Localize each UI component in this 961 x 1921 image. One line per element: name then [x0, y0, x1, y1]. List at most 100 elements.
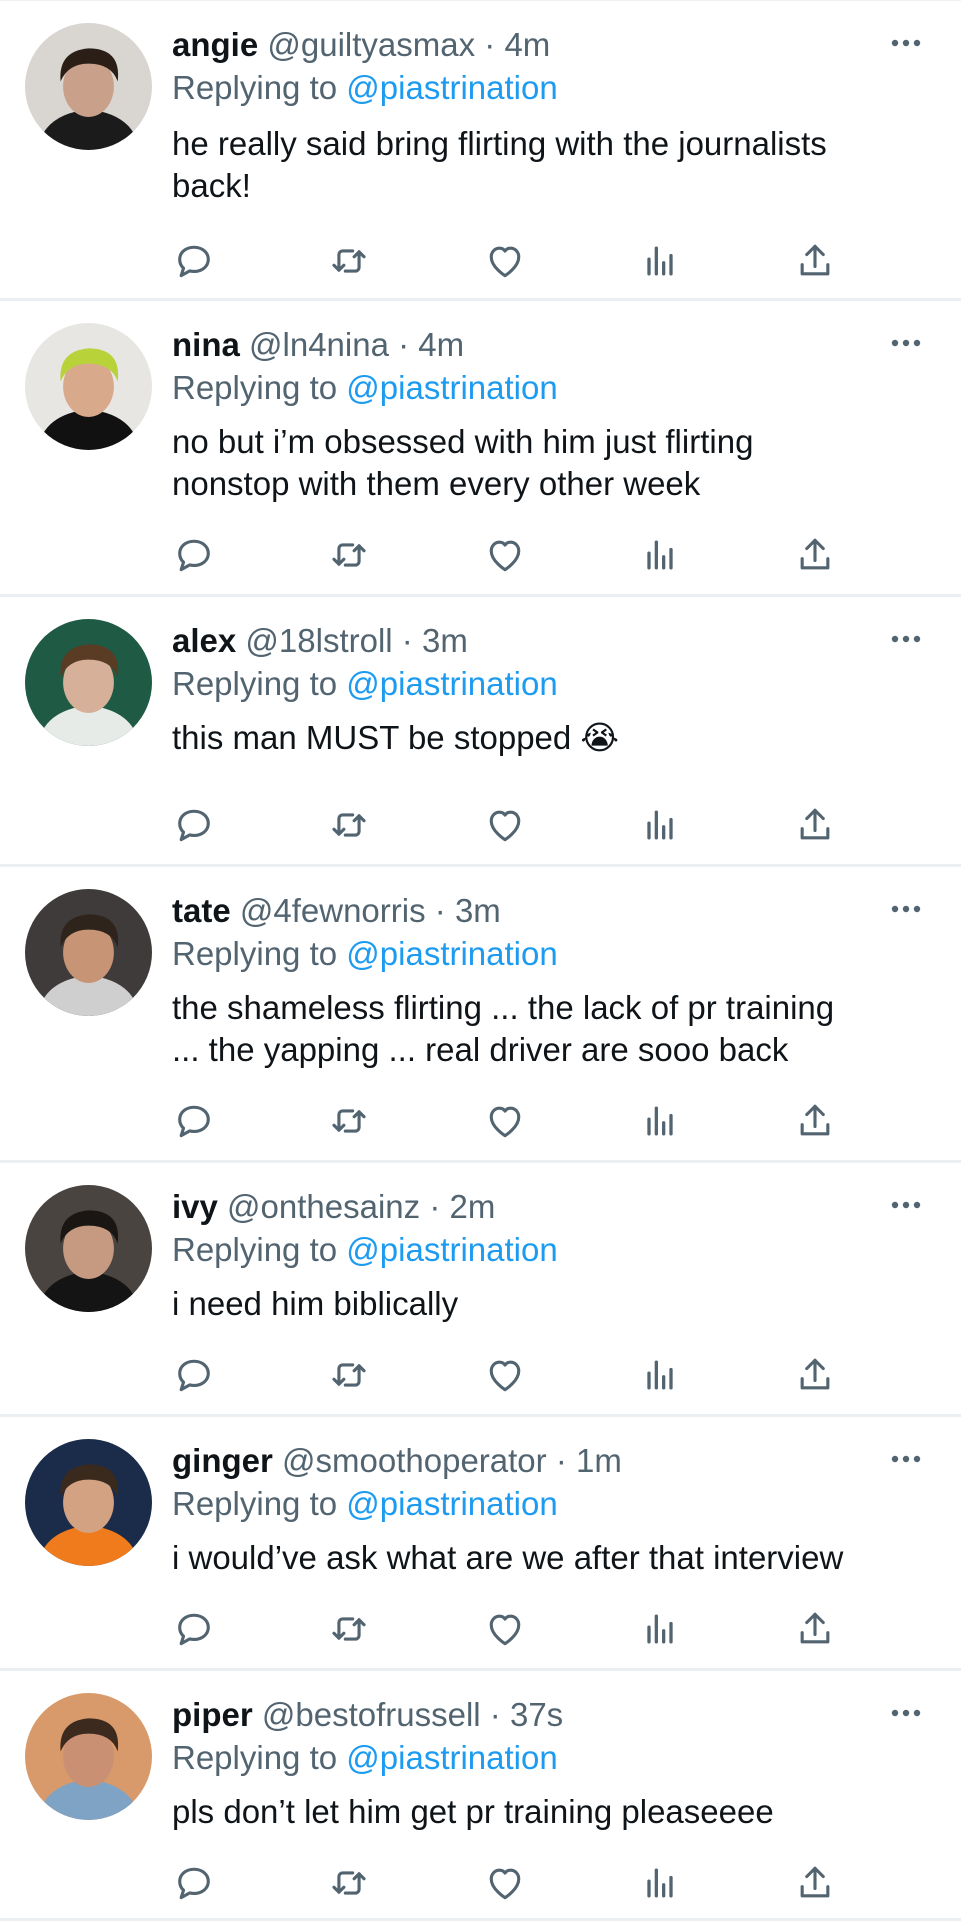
retweet-button[interactable]: [327, 803, 371, 847]
replying-to: Replying to @piastrination: [172, 1230, 558, 1270]
timestamp[interactable]: 3m: [422, 622, 468, 659]
views-button[interactable]: [638, 533, 682, 577]
like-button[interactable]: [483, 239, 527, 283]
timestamp[interactable]: 2m: [450, 1188, 496, 1225]
like-button[interactable]: [483, 1861, 527, 1905]
reply-tweet[interactable]: nina @ln4nina · 4m Replying to @piastrin…: [0, 301, 961, 597]
views-button[interactable]: [638, 1099, 682, 1143]
views-button[interactable]: [638, 1861, 682, 1905]
handle[interactable]: @ln4nina: [249, 326, 389, 363]
avatar[interactable]: [25, 1439, 152, 1566]
like-button[interactable]: [483, 1607, 527, 1651]
timestamp[interactable]: 1m: [576, 1442, 622, 1479]
views-button[interactable]: [638, 1607, 682, 1651]
views-button[interactable]: [638, 803, 682, 847]
replying-to-mention[interactable]: @piastrination: [346, 1485, 557, 1522]
share-button[interactable]: [793, 1861, 837, 1905]
share-button[interactable]: [793, 803, 837, 847]
reply-tweet[interactable]: tate @4fewnorris · 3m Replying to @piast…: [0, 867, 961, 1163]
avatar[interactable]: [25, 619, 152, 746]
display-name[interactable]: tate: [172, 892, 231, 929]
timestamp[interactable]: 37s: [510, 1696, 563, 1733]
like-button[interactable]: [483, 1353, 527, 1397]
retweet-button[interactable]: [327, 533, 371, 577]
views-button[interactable]: [638, 239, 682, 283]
share-button[interactable]: [793, 533, 837, 577]
more-options-button[interactable]: [886, 1439, 926, 1479]
reply-bubble-icon: [178, 809, 210, 842]
retweet-button[interactable]: [327, 1353, 371, 1397]
replying-to-mention[interactable]: @piastrination: [346, 935, 557, 972]
reply-button[interactable]: [172, 1861, 216, 1905]
replying-to-mention[interactable]: @piastrination: [346, 1739, 557, 1776]
share-button[interactable]: [793, 1607, 837, 1651]
retweet-button[interactable]: [327, 1861, 371, 1905]
reply-button[interactable]: [172, 1353, 216, 1397]
display-name[interactable]: ginger: [172, 1442, 273, 1479]
display-name[interactable]: angie: [172, 26, 258, 63]
share-button[interactable]: [793, 1099, 837, 1143]
display-name[interactable]: piper: [172, 1696, 253, 1733]
reply-button[interactable]: [172, 239, 216, 283]
reply-tweet[interactable]: ginger @smoothoperator · 1m Replying to …: [0, 1417, 961, 1671]
views-button[interactable]: [638, 1353, 682, 1397]
reply-button[interactable]: [172, 533, 216, 577]
more-options-button[interactable]: [886, 889, 926, 929]
reply-button[interactable]: [172, 803, 216, 847]
dot-separator: ·: [489, 1696, 501, 1733]
replying-to-mention[interactable]: @piastrination: [346, 665, 557, 702]
replying-to-mention[interactable]: @piastrination: [346, 1231, 557, 1268]
dot-separator: ·: [401, 622, 413, 659]
more-options-button[interactable]: [886, 323, 926, 363]
like-button[interactable]: [483, 533, 527, 577]
reply-bubble-icon: [178, 1359, 210, 1392]
share-button[interactable]: [793, 239, 837, 283]
handle[interactable]: @18lstroll: [245, 622, 392, 659]
more-horizontal-icon: [891, 39, 921, 47]
like-button[interactable]: [483, 803, 527, 847]
heart-icon: [489, 1360, 521, 1392]
reply-button[interactable]: [172, 1607, 216, 1651]
avatar[interactable]: [25, 889, 152, 1016]
retweet-icon: [332, 1617, 366, 1641]
timestamp[interactable]: 3m: [455, 892, 501, 929]
reply-tweet[interactable]: angie @guiltyasmax · 4m Replying to @pia…: [0, 1, 961, 301]
display-name[interactable]: ivy: [172, 1188, 218, 1225]
retweet-button[interactable]: [327, 1099, 371, 1143]
retweet-icon: [332, 1363, 366, 1387]
more-options-button[interactable]: [886, 1693, 926, 1733]
retweet-button[interactable]: [327, 239, 371, 283]
handle[interactable]: @bestofrussell: [262, 1696, 481, 1733]
avatar[interactable]: [25, 1185, 152, 1312]
reply-tweet[interactable]: alex @18lstroll · 3m Replying to @piastr…: [0, 597, 961, 867]
tweet-header: ivy @onthesainz · 2m: [172, 1187, 495, 1227]
action-bar: [172, 1353, 852, 1397]
handle[interactable]: @onthesainz: [227, 1188, 420, 1225]
bar-chart-icon: [647, 246, 673, 276]
more-options-button[interactable]: [886, 23, 926, 63]
handle[interactable]: @smoothoperator: [282, 1442, 547, 1479]
retweet-icon: [332, 249, 366, 273]
tweet-text: the shameless flirting ... the lack of p…: [172, 989, 835, 1068]
avatar[interactable]: [25, 323, 152, 450]
reply-feed: angie @guiltyasmax · 4m Replying to @pia…: [0, 0, 961, 1921]
more-options-button[interactable]: [886, 619, 926, 659]
avatar-image: [25, 1185, 152, 1312]
handle[interactable]: @4fewnorris: [240, 892, 426, 929]
reply-button[interactable]: [172, 1099, 216, 1143]
avatar[interactable]: [25, 23, 152, 150]
replying-to-mention[interactable]: @piastrination: [346, 69, 557, 106]
handle[interactable]: @guiltyasmax: [267, 26, 475, 63]
replying-to-mention[interactable]: @piastrination: [346, 369, 557, 406]
avatar[interactable]: [25, 1693, 152, 1820]
display-name[interactable]: alex: [172, 622, 236, 659]
reply-tweet[interactable]: piper @bestofrussell · 37s Replying to @…: [0, 1671, 961, 1921]
timestamp[interactable]: 4m: [418, 326, 464, 363]
retweet-button[interactable]: [327, 1607, 371, 1651]
timestamp[interactable]: 4m: [504, 26, 550, 63]
more-options-button[interactable]: [886, 1185, 926, 1225]
like-button[interactable]: [483, 1099, 527, 1143]
share-button[interactable]: [793, 1353, 837, 1397]
reply-tweet[interactable]: ivy @onthesainz · 2m Replying to @piastr…: [0, 1163, 961, 1417]
display-name[interactable]: nina: [172, 326, 240, 363]
